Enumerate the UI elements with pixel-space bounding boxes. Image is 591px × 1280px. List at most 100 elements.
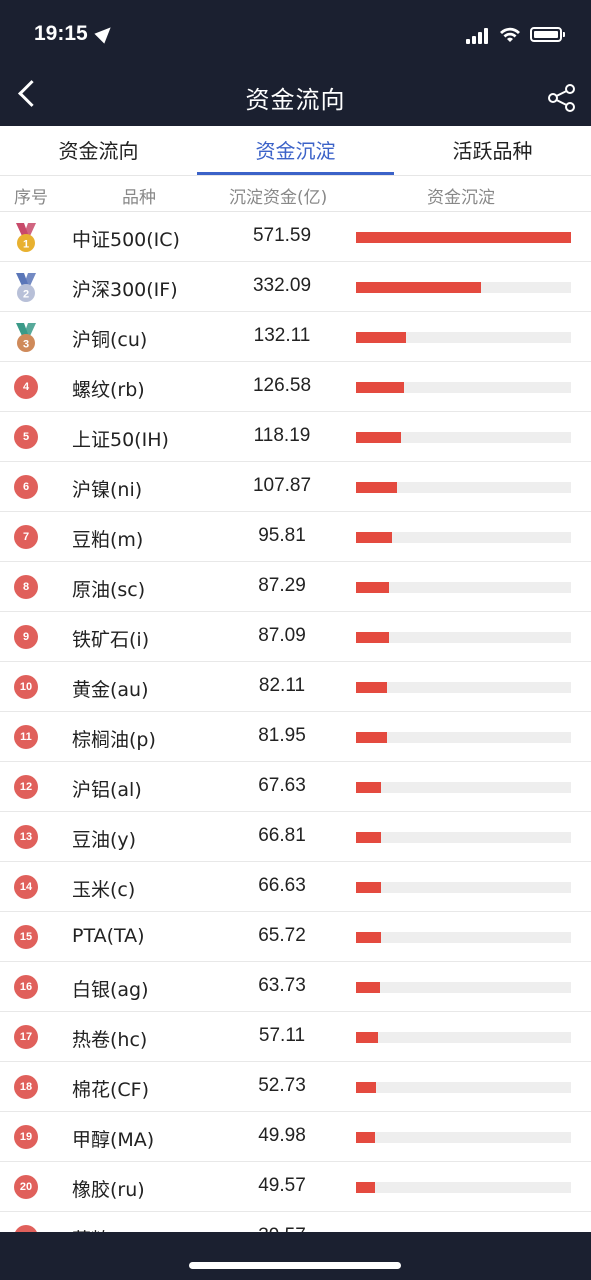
sediment-bar-track	[356, 1082, 571, 1093]
rank-badge: 19	[14, 1125, 38, 1149]
variety-name: 玉米(c)	[72, 879, 136, 901]
sediment-amount: 571.59	[252, 225, 312, 246]
sediment-bar-track	[356, 832, 571, 843]
sediment-bar	[356, 782, 382, 793]
sediment-bar	[356, 1082, 376, 1093]
sediment-bar	[356, 732, 387, 743]
rank-badge: 10	[14, 675, 38, 699]
rank-badge: 4	[14, 375, 38, 399]
sediment-bar-track	[356, 732, 571, 743]
list-item[interactable]: 10 黄金(au) 82.11	[0, 662, 591, 712]
rank-badge: 21	[14, 1225, 38, 1232]
variety-name: 沪深300(IF)	[72, 279, 178, 301]
list-item[interactable]: 7 豆粕(m) 95.81	[0, 512, 591, 562]
rank-badge: 6	[14, 475, 38, 499]
list-item[interactable]: 19 甲醇(MA) 49.98	[0, 1112, 591, 1162]
list-item[interactable]: 1 中证500(IC) 571.59	[0, 212, 591, 262]
signal-icon	[466, 28, 492, 44]
sediment-bar	[356, 332, 406, 343]
col-bar[interactable]: 资金沉淀	[427, 183, 495, 208]
rank-badge: 12	[14, 775, 38, 799]
sediment-bar	[356, 882, 382, 893]
list-item[interactable]: 16 白银(ag) 63.73	[0, 962, 591, 1012]
tab-bar: 资金流向 资金沉淀 活跃品种	[0, 126, 591, 176]
sediment-bar	[356, 832, 382, 843]
sediment-bar	[356, 432, 401, 443]
sediment-bar-track	[356, 1032, 571, 1043]
rank-number: 1	[23, 239, 29, 251]
list-item[interactable]: 4 螺纹(rb) 126.58	[0, 362, 591, 412]
sediment-bar-track	[356, 782, 571, 793]
list-item[interactable]: 15 PTA(TA) 65.72	[0, 912, 591, 962]
sediment-amount: 57.11	[258, 1025, 306, 1046]
share-icon[interactable]	[546, 82, 578, 114]
home-indicator[interactable]	[189, 1262, 401, 1269]
rank-badge: 14	[14, 875, 38, 899]
tab-fund-flow[interactable]: 资金流向	[0, 126, 197, 175]
sediment-bar	[356, 582, 389, 593]
rank-badge: 18	[14, 1075, 38, 1099]
variety-name: 沪铜(cu)	[72, 329, 148, 351]
sediment-amount: 87.09	[258, 625, 306, 646]
sediment-amount: 332.09	[252, 275, 312, 296]
tab-label: 活跃品种	[452, 139, 533, 163]
sediment-bar-track	[356, 232, 571, 243]
sediment-amount: 126.58	[252, 375, 312, 396]
sediment-bar-track	[356, 682, 571, 693]
sediment-bar-track	[356, 532, 571, 543]
variety-name: 棕榈油(p)	[72, 729, 156, 751]
list-item[interactable]: 14 玉米(c) 66.63	[0, 862, 591, 912]
list-item[interactable]: 6 沪镍(ni) 107.87	[0, 462, 591, 512]
sediment-amount: 107.87	[252, 475, 312, 496]
sediment-bar	[356, 682, 387, 693]
col-name[interactable]: 品种	[122, 183, 156, 208]
sediment-bar-track	[356, 932, 571, 943]
sediment-bar	[356, 532, 392, 543]
list-item[interactable]: 3 沪铜(cu) 132.11	[0, 312, 591, 362]
col-amount[interactable]: 沉淀资金(亿)	[229, 183, 327, 208]
sediment-amount: 81.95	[258, 725, 306, 746]
rank-badge: 20	[14, 1175, 38, 1199]
sediment-bar-track	[356, 982, 571, 993]
sediment-amount: 67.63	[258, 775, 306, 796]
list-item[interactable]: 21 菜粕(RM) 39.57	[0, 1212, 591, 1232]
status-bar: 19:15	[0, 0, 591, 66]
rank-badge: 5	[14, 425, 38, 449]
sediment-amount: 66.63	[258, 875, 306, 896]
variety-name: 螺纹(rb)	[72, 379, 145, 401]
rank-badge: 9	[14, 625, 38, 649]
list-item[interactable]: 5 上证50(IH) 118.19	[0, 412, 591, 462]
tab-active-varieties[interactable]: 活跃品种	[394, 126, 591, 175]
list-item[interactable]: 9 铁矿石(i) 87.09	[0, 612, 591, 662]
tab-label: 资金沉淀	[255, 139, 336, 163]
tab-fund-sediment[interactable]: 资金沉淀	[197, 126, 394, 175]
variety-name: 橡胶(ru)	[72, 1179, 145, 1201]
sediment-bar	[356, 232, 571, 243]
sediment-amount: 82.11	[258, 675, 306, 696]
list-item[interactable]: 2 沪深300(IF) 332.09	[0, 262, 591, 312]
sediment-bar-track	[356, 432, 571, 443]
home-area	[0, 1232, 591, 1280]
sediment-bar	[356, 1132, 375, 1143]
col-rank[interactable]: 序号	[14, 183, 48, 208]
sediment-bar-track	[356, 282, 571, 293]
sediment-bar	[356, 1182, 375, 1193]
battery-icon	[530, 27, 565, 42]
list-item[interactable]: 8 原油(sc) 87.29	[0, 562, 591, 612]
page-title: 资金流向	[245, 86, 346, 114]
sediment-amount: 118.19	[253, 425, 311, 446]
variety-name: 上证50(IH)	[72, 429, 169, 451]
list-item[interactable]: 11 棕榈油(p) 81.95	[0, 712, 591, 762]
list-item[interactable]: 13 豆油(y) 66.81	[0, 812, 591, 862]
sediment-bar-track	[356, 332, 571, 343]
sediment-bar	[356, 282, 481, 293]
rank-number: 3	[23, 339, 29, 351]
list-item[interactable]: 17 热卷(hc) 57.11	[0, 1012, 591, 1062]
list-item[interactable]: 12 沪铝(al) 67.63	[0, 762, 591, 812]
rank-badge: 17	[14, 1025, 38, 1049]
sediment-bar	[356, 1032, 378, 1043]
list-item[interactable]: 20 橡胶(ru) 49.57	[0, 1162, 591, 1212]
list-item[interactable]: 18 棉花(CF) 52.73	[0, 1062, 591, 1112]
variety-name: 铁矿石(i)	[72, 629, 150, 651]
sediment-amount: 52.73	[258, 1075, 306, 1096]
